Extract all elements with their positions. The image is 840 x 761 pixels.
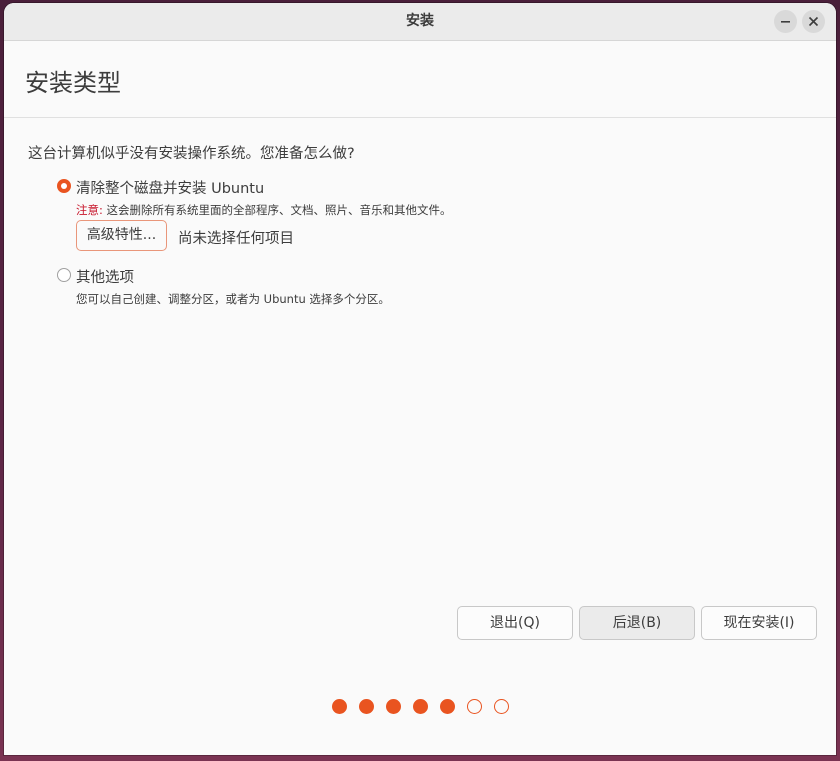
minimize-button[interactable]: [774, 10, 797, 33]
something-else-radio[interactable]: [57, 268, 71, 282]
progress-dot: [332, 699, 347, 714]
progress-dot: [440, 699, 455, 714]
window-title: 安装: [406, 13, 434, 29]
installer-window: 安装 安装类型 这台计算机似乎没有安装操作系统。您准备怎么做? 清除整个磁盘并安…: [4, 3, 836, 755]
erase-disk-label[interactable]: 清除整个磁盘并安装 Ubuntu: [76, 177, 264, 198]
progress-dot: [386, 699, 401, 714]
progress-dots: [332, 699, 512, 715]
erase-disk-radio[interactable]: [57, 179, 71, 193]
progress-dot: [494, 699, 509, 714]
back-button[interactable]: 后退(B): [579, 606, 695, 640]
advanced-features-button[interactable]: 高级特性...: [76, 220, 167, 251]
minimize-icon: [781, 21, 790, 23]
title-bar[interactable]: 安装: [4, 3, 836, 41]
progress-dot: [359, 699, 374, 714]
progress-dot: [467, 699, 482, 714]
advanced-features-status: 尚未选择任何项目: [178, 231, 294, 247]
header-divider: [4, 117, 836, 118]
something-else-label[interactable]: 其他选项: [76, 266, 134, 287]
progress-dot: [413, 699, 428, 714]
erase-disk-warning: 注意: 这会删除所有系统里面的全部程序、文档、照片、音乐和其他文件。: [76, 202, 452, 218]
install-question: 这台计算机似乎没有安装操作系统。您准备怎么做?: [28, 146, 355, 162]
page-title: 安装类型: [25, 69, 121, 97]
install-now-button[interactable]: 现在安装(I): [701, 606, 817, 640]
close-icon: [808, 16, 819, 27]
warning-text: 这会删除所有系统里面的全部程序、文档、照片、音乐和其他文件。: [102, 203, 452, 217]
warning-prefix: 注意:: [76, 203, 103, 217]
quit-button[interactable]: 退出(Q): [457, 606, 573, 640]
something-else-description: 您可以自己创建、调整分区，或者为 Ubuntu 选择多个分区。: [76, 292, 390, 306]
close-button[interactable]: [802, 10, 825, 33]
